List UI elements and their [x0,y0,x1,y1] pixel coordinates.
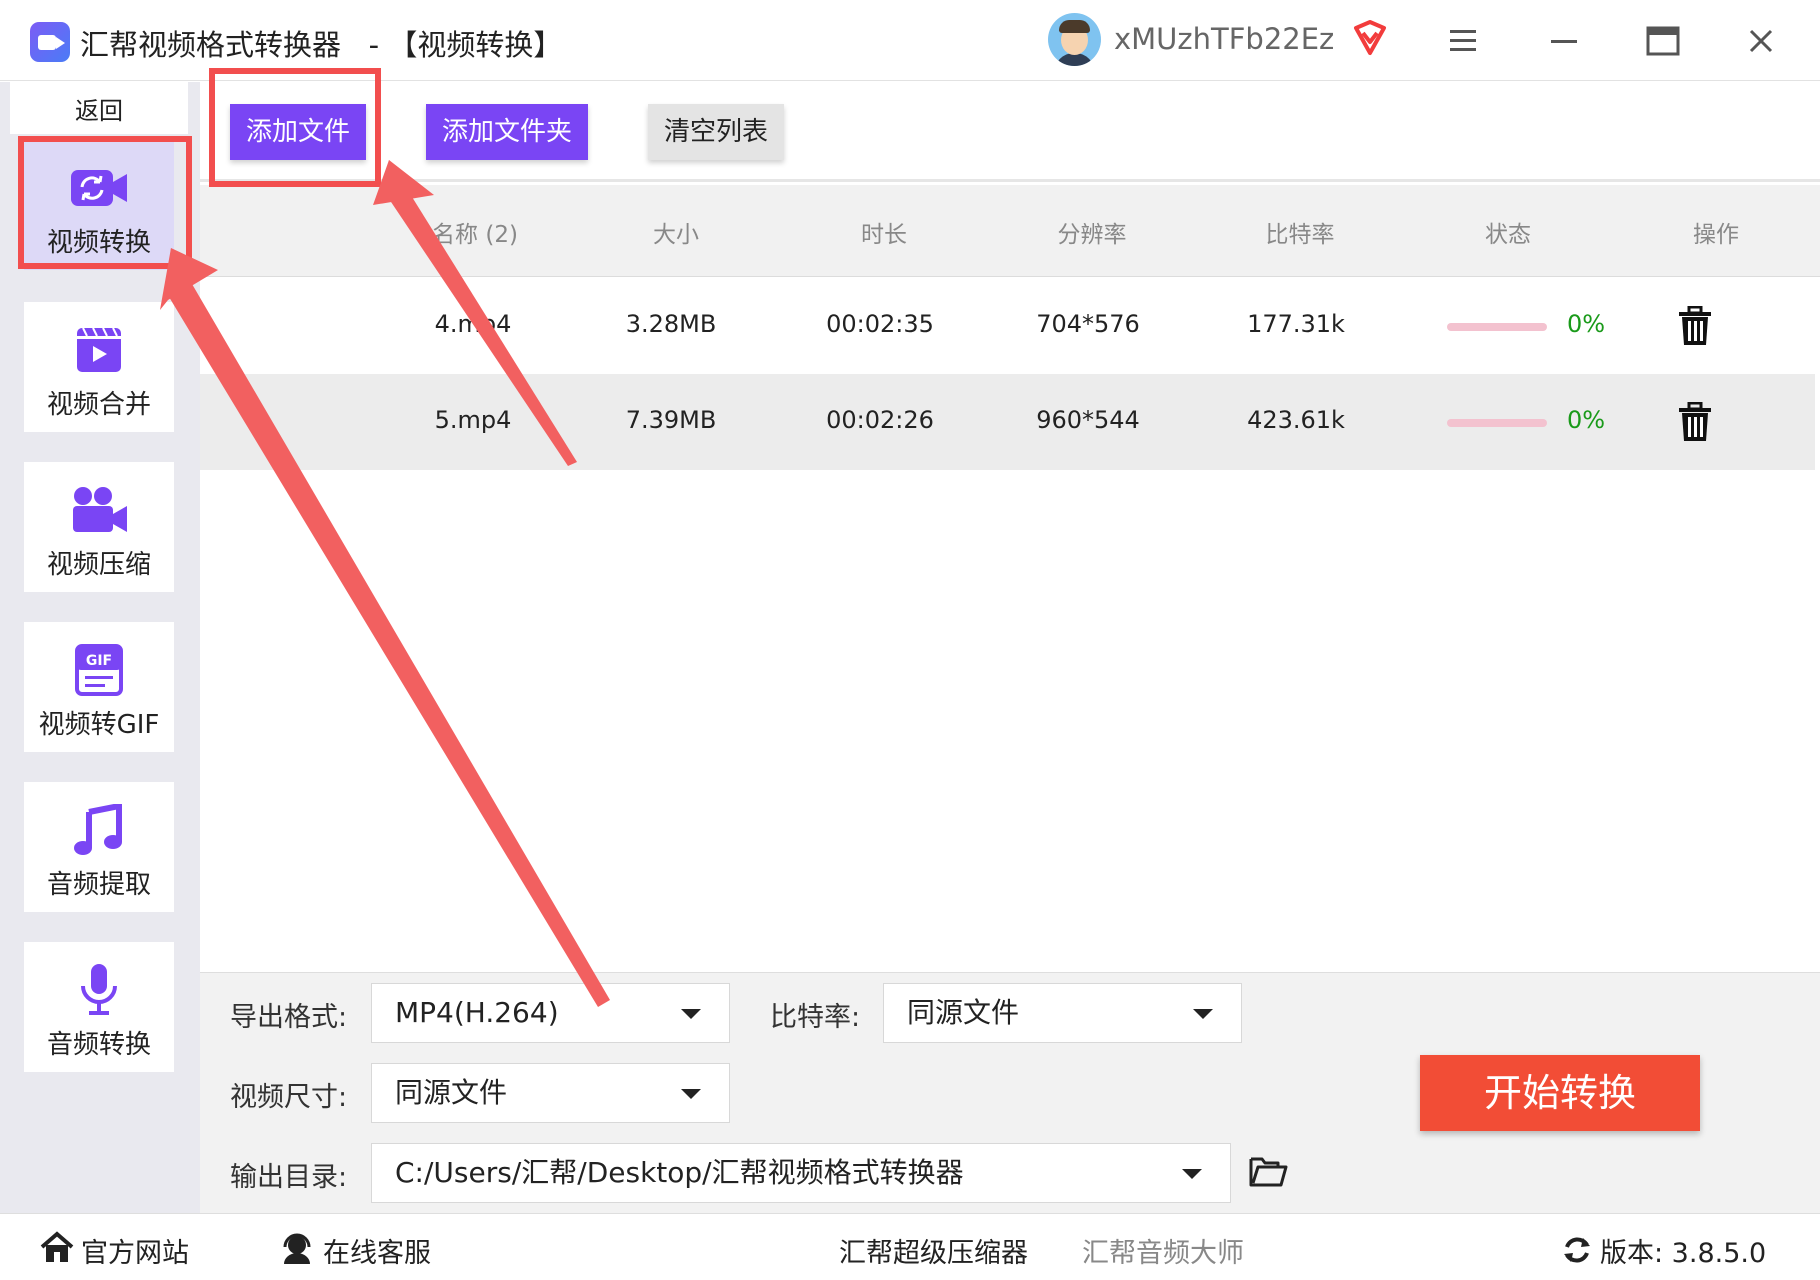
video-size-value: 同源文件 [395,1076,508,1109]
app-icon [30,22,70,62]
file-size: 3.28MB [625,310,717,338]
bitrate-value: 同源文件 [907,996,1020,1029]
sidebar-item-video-gif[interactable]: GIF 视频转GIF [24,622,174,752]
file-size: 7.39MB [625,406,717,434]
file-bitrate: 423.61k [1247,406,1345,434]
sidebar-item-video-compress[interactable]: 视频压缩 [24,462,174,592]
vip-icon[interactable] [1350,18,1390,58]
home-icon[interactable] [40,1231,74,1263]
format-value: MP4(H.264) [395,996,559,1029]
back-button[interactable]: 返回 [10,82,188,134]
dropdown-arrow-icon [1182,1169,1202,1179]
dropdown-arrow-icon [1193,1009,1213,1019]
column-header-resolution[interactable]: 分辨率 [1002,215,1182,249]
open-folder-icon[interactable] [1248,1153,1288,1189]
menu-icon[interactable] [1448,28,1480,54]
music-note-icon [74,804,122,855]
progress-bar [1447,419,1547,427]
output-dir-label: 输出目录: [230,1162,348,1193]
table-row[interactable]: 4.mp4 3.28MB 00:02:35 704*576 177.31k 0% [200,278,1815,374]
avatar[interactable] [1048,13,1101,66]
column-header-size[interactable]: 大小 [586,215,766,249]
bitrate-label: 比特率: [770,1002,861,1033]
file-name: 5.mp4 [434,406,512,434]
dropdown-arrow-icon [681,1009,701,1019]
status-percent: 0% [1566,310,1606,338]
file-table-header: 名称 (2) 大小 时长 分辨率 比特率 状态 操作 [200,185,1820,277]
official-site-link[interactable]: 官方网站 [81,1231,189,1270]
video-merge-icon [77,327,121,372]
sidebar-item-audio-extract[interactable]: 音频提取 [24,782,174,912]
headset-icon[interactable] [280,1231,314,1265]
svg-text:GIF: GIF [86,653,112,669]
microphone-icon [81,964,117,1015]
minimize-icon[interactable] [1548,28,1580,54]
column-header-status[interactable]: 状态 [1418,215,1598,249]
bitrate-select[interactable]: 同源文件 [883,983,1242,1043]
clear-list-button[interactable]: 清空列表 [648,104,784,160]
output-dir-select[interactable]: C:/Users/汇帮/Desktop/汇帮视频格式转换器 [371,1143,1231,1203]
trash-icon[interactable] [1678,306,1712,346]
video-size-select[interactable]: 同源文件 [371,1063,730,1123]
table-row[interactable]: 5.mp4 7.39MB 00:02:26 960*544 423.61k 0% [200,374,1815,470]
annotation-box-video-convert [18,136,192,269]
video-size-label: 视频尺寸: [230,1082,348,1113]
file-bitrate: 177.31k [1247,310,1345,338]
refresh-icon[interactable] [1561,1234,1593,1266]
sidebar-item-label: 视频转GIF [38,710,160,740]
settings-panel: 导出格式: MP4(H.264) 比特率: 同源文件 视频尺寸: 同源文件 输出… [200,972,1820,1213]
sidebar-item-label: 视频压缩 [46,550,151,580]
dropdown-arrow-icon [681,1089,701,1099]
format-select[interactable]: MP4(H.264) [371,983,730,1043]
footer: 官方网站 在线客服 汇帮超级压缩器 汇帮音频大师 版本: 3.8.5.0 [0,1213,1820,1280]
file-resolution: 704*576 [1036,310,1140,338]
annotation-box-add-file [209,68,381,187]
file-duration: 00:02:35 [826,310,934,338]
version-label: 版本: 3.8.5.0 [1600,1238,1767,1269]
file-resolution: 960*544 [1036,406,1140,434]
format-label: 导出格式: [230,1002,348,1033]
audio-master-link[interactable]: 汇帮音频大师 [1082,1231,1244,1270]
trash-icon[interactable] [1678,402,1712,442]
add-folder-button[interactable]: 添加文件夹 [426,104,588,160]
toolbar: 添加文件 添加文件夹 清空列表 [200,82,1820,182]
compressor-link[interactable]: 汇帮超级压缩器 [839,1231,1028,1270]
column-header-actions: 操作 [1693,222,1739,248]
start-convert-button[interactable]: 开始转换 [1420,1055,1700,1131]
progress-bar [1447,323,1547,331]
column-header-duration[interactable]: 时长 [794,215,974,249]
online-service-link[interactable]: 在线客服 [323,1231,431,1270]
sidebar-item-label: 视频合并 [46,390,151,420]
gif-icon: GIF [75,644,123,696]
output-dir-value: C:/Users/汇帮/Desktop/汇帮视频格式转换器 [395,1156,964,1189]
close-icon[interactable] [1746,26,1776,56]
sidebar-item-audio-convert[interactable]: 音频转换 [24,942,174,1072]
sidebar-item-label: 音频提取 [46,870,151,900]
column-header-name[interactable]: 名称 (2) [385,215,565,249]
sidebar-item-video-merge[interactable]: 视频合并 [24,302,174,432]
sidebar-item-label: 音频转换 [46,1030,151,1060]
username[interactable]: xMUzhTFb22Ez [1114,22,1334,56]
file-list-empty-area[interactable] [200,470,1820,972]
column-header-bitrate[interactable]: 比特率 [1210,215,1390,249]
window-title: 汇帮视频格式转换器 - 【视频转换】 [80,28,563,62]
maximize-icon[interactable] [1646,26,1680,56]
status-percent: 0% [1566,406,1606,434]
file-name: 4.mp4 [434,310,512,338]
file-duration: 00:02:26 [826,406,934,434]
video-compress-icon [73,487,127,532]
